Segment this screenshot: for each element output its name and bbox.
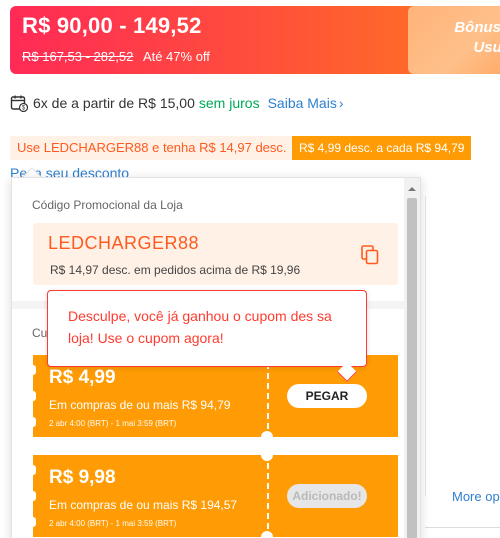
coupon-card: R$ 9,98 Em compras de ou mais R$ 194,57 … [30,449,398,538]
coupon-amount: R$ 4,99 [49,367,116,388]
scroll-up-arrow-icon[interactable] [404,184,420,194]
scrollbar[interactable] [404,178,420,538]
learn-more-link[interactable]: Saiba Mais › [268,95,344,111]
store-code-title: Código Promocional da Loja [32,198,183,212]
chevron-right-icon: › [338,95,344,111]
learn-more-label: Saiba Mais [267,95,337,111]
bonus-text: Bônus N Usuár [406,18,500,58]
coupon-perforation [261,531,273,538]
coupon-notch [30,391,36,401]
installments-text: 6x de a partir de R$ 15,00 [33,95,195,111]
bonus-text-line1: Bônus N [454,19,500,36]
coupon-condition: Em compras de ou mais R$ 94,79 [49,398,231,412]
bottom-divider [425,527,500,528]
discount-percent: Até 47% off [142,49,210,64]
price-original: R$ 167,53 - 282,52 Até 47% off [22,49,210,64]
coupon-dates: 2 abr 4:00 (BRT) - 1 mai 3:59 (BRT) [49,419,177,428]
coupon-notch [30,517,36,527]
coupon-condition: Em compras de ou mais R$ 194,57 [49,498,238,512]
coupon-notch [30,491,36,501]
coupon-perforation [261,449,273,461]
coupon-divider [267,363,269,429]
interest-free-label: sem juros [198,95,260,111]
price-banner: R$ 90,00 - 149,52 R$ 167,53 - 282,52 Até… [10,6,500,74]
coupon-perforation [261,431,273,443]
promo-code-condition: R$ 14,97 desc. em pedidos acima de R$ 19… [50,263,301,277]
calendar-money-icon: $ [10,95,28,112]
right-divider [425,196,426,496]
coupon-amount: R$ 9,98 [49,467,116,488]
store-code-card: LEDCHARGER88 R$ 14,97 desc. em pedidos a… [33,223,398,285]
installments-row: $ 6x de a partir de R$ 15,00 sem juros S… [10,92,344,114]
price-original-range: R$ 167,53 - 282,52 [22,49,134,64]
tier-discount-chip[interactable]: R$ 4,99 desc. a cada R$ 94,79 [292,136,472,160]
more-options-link[interactable]: More op [452,489,500,504]
scrollbar-thumb[interactable] [407,198,417,538]
coupon-claimed-tooltip: Desculpe, você já ganhou o cupom des sa … [47,290,367,367]
claim-coupon-button[interactable]: PEGAR [287,384,367,408]
bonus-text-line2: Usuár [473,39,500,56]
tooltip-message: Desculpe, você já ganhou o cupom des sa … [68,308,332,346]
coupon-added-button: Adicionado! [287,484,367,508]
coupon-notch [30,465,36,475]
promo-code: LEDCHARGER88 [48,233,200,253]
coupon-notch [30,417,36,427]
coupon-notch [30,365,36,375]
coupon-divider [267,463,269,529]
copy-icon[interactable] [361,245,379,265]
coupon-dates: 2 abr 4:00 (BRT) - 1 mai 3:59 (BRT) [49,519,177,528]
store-code-chip[interactable]: Use LEDCHARGER88 e tenha R$ 14,97 desc. [10,136,294,160]
coupons-title: Cu [32,326,48,340]
new-user-bonus-banner[interactable]: Bônus N Usuár [408,6,500,74]
price-range: R$ 90,00 - 149,52 [22,13,202,38]
